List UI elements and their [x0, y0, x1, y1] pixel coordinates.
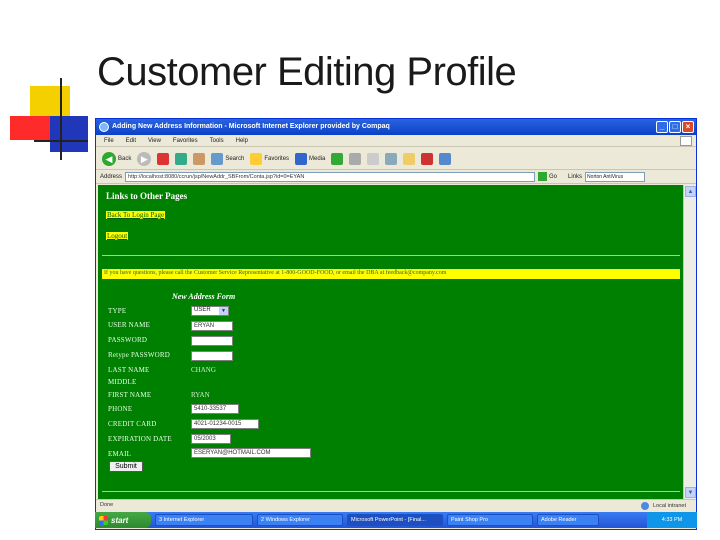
- email-input[interactable]: ESERYAN@HOTMAIL.COM: [191, 448, 311, 458]
- menu-view[interactable]: View: [148, 138, 161, 146]
- globe-icon: [640, 502, 649, 510]
- bottom-divider: [102, 491, 680, 492]
- scroll-up-icon[interactable]: ▲: [685, 186, 696, 197]
- username-input[interactable]: ERYAN: [191, 321, 233, 331]
- divider: [102, 255, 680, 256]
- taskbar: start 3 Internet Explorer 2 Windows Expl…: [95, 512, 697, 528]
- firstname-label: FIRST NAME: [108, 391, 152, 399]
- chevron-down-icon: ▼: [219, 307, 228, 315]
- system-tray: 4:33 PM: [647, 512, 697, 528]
- back-arrow-icon: ◀: [102, 151, 116, 166]
- clock[interactable]: 4:33 PM: [662, 517, 682, 523]
- menu-help[interactable]: Help: [236, 138, 248, 146]
- discuss-icon[interactable]: [421, 152, 434, 165]
- address-label: Address: [100, 173, 123, 180]
- history-icon[interactable]: [331, 152, 344, 165]
- address-input[interactable]: http://localhost:8080/ccrun/jsp/NewAddr_…: [125, 171, 536, 182]
- email-label: EMAIL: [108, 450, 132, 458]
- menu-edit[interactable]: Edit: [126, 138, 136, 146]
- print-icon[interactable]: [367, 152, 380, 165]
- middle-initial-label: MIDDLE: [108, 378, 137, 386]
- retype-password-input[interactable]: [191, 351, 233, 361]
- maximize-button[interactable]: □: [669, 121, 681, 133]
- mail-icon[interactable]: [349, 152, 362, 165]
- phone-input[interactable]: 5410-33537: [191, 404, 239, 414]
- logout-link[interactable]: Logout: [106, 232, 129, 240]
- page-content: Links to Other Pages Back To Login Page …: [98, 185, 683, 499]
- refresh-icon[interactable]: [175, 152, 188, 165]
- search-icon: [211, 152, 224, 165]
- window-titlebar[interactable]: Adding New Address Information - Microso…: [96, 119, 696, 135]
- firstname-value: RYAN: [191, 391, 210, 399]
- credit-card-input[interactable]: 4021-01234-0015: [191, 419, 259, 429]
- form-heading: New Address Form: [172, 292, 236, 301]
- stop-icon[interactable]: [157, 152, 170, 165]
- password-input[interactable]: [191, 336, 233, 346]
- back-button[interactable]: ◀ Back: [102, 151, 131, 166]
- windows-flag-icon: [99, 515, 108, 525]
- window-title: Adding New Address Information - Microso…: [112, 123, 390, 130]
- contact-notice: If you have questions, please call the C…: [102, 269, 680, 279]
- vertical-scrollbar[interactable]: ▲ ▼: [683, 185, 696, 499]
- browser-window: Adding New Address Information - Microso…: [95, 118, 697, 530]
- back-to-login-link[interactable]: Back To Login Page: [106, 211, 166, 219]
- links-heading: Links to Other Pages: [106, 191, 188, 201]
- status-text: Done: [100, 502, 114, 508]
- favorites-button[interactable]: Favorites: [250, 152, 289, 165]
- toolbar: ◀ Back ▶ Search Favorites Media: [96, 148, 696, 170]
- star-icon: [250, 152, 263, 165]
- zone-text: Local intranet: [652, 503, 686, 509]
- menu-bar: File Edit View Favorites Tools Help: [96, 135, 696, 147]
- media-icon: [295, 152, 308, 165]
- task-internet-explorer[interactable]: 3 Internet Explorer: [155, 514, 253, 526]
- internet-explorer-icon: [99, 122, 109, 132]
- home-icon[interactable]: [193, 152, 206, 165]
- decor-vertical-line: [60, 78, 62, 160]
- credit-card-label: CREDIT CARD: [108, 420, 157, 428]
- task-windows-explorer[interactable]: 2 Windows Explorer: [257, 514, 343, 526]
- submit-button[interactable]: Submit: [109, 461, 143, 472]
- lastname-label: LAST NAME: [108, 366, 150, 374]
- type-label: TYPE: [108, 307, 127, 315]
- menu-file[interactable]: File: [104, 138, 114, 146]
- decor-red-square: [10, 116, 52, 140]
- norton-search-field[interactable]: Norton AntiVirus: [585, 171, 646, 182]
- folder-icon[interactable]: [403, 152, 416, 165]
- go-arrow-icon: [538, 172, 548, 181]
- slide-title: Customer Editing Profile: [97, 50, 517, 94]
- messenger-icon[interactable]: [439, 152, 452, 165]
- address-bar: Address http://localhost:8080/ccrun/jsp/…: [96, 170, 696, 184]
- task-paint-shop[interactable]: Paint Shop Pro: [447, 514, 533, 526]
- menu-favorites[interactable]: Favorites: [173, 138, 198, 146]
- status-bar: Done Local intranet: [96, 499, 696, 511]
- decor-horizontal-line: [34, 140, 88, 142]
- decor-blue-square: [50, 116, 88, 152]
- forward-arrow-icon: ▶: [137, 151, 152, 166]
- username-label: USER NAME: [108, 321, 151, 329]
- menu-tools[interactable]: Tools: [210, 138, 224, 146]
- minimize-button[interactable]: _: [656, 121, 668, 133]
- expiration-date-label: EXPIRATION DATE: [108, 435, 172, 443]
- phone-label: PHONE: [108, 405, 133, 413]
- expiration-date-input[interactable]: 05/2003: [191, 434, 231, 444]
- close-button[interactable]: ×: [682, 121, 694, 133]
- type-select[interactable]: USER ▼: [191, 306, 229, 316]
- links-toolbar-label[interactable]: Links: [568, 174, 582, 180]
- search-button[interactable]: Search: [211, 152, 244, 165]
- retype-password-label: Retype PASSWORD: [108, 351, 171, 359]
- task-adobe-reader[interactable]: Adobe Reader: [537, 514, 599, 526]
- lastname-value: CHANG: [191, 366, 216, 374]
- go-button[interactable]: Go: [538, 172, 557, 181]
- start-button[interactable]: start: [95, 512, 151, 528]
- media-button[interactable]: Media: [295, 152, 325, 165]
- scroll-down-icon[interactable]: ▼: [685, 487, 696, 498]
- password-label: PASSWORD: [108, 336, 148, 344]
- task-powerpoint[interactable]: Microsoft PowerPoint - [Final...: [347, 514, 443, 526]
- forward-button[interactable]: ▶: [137, 151, 152, 166]
- windows-logo-icon: [680, 136, 692, 146]
- edit-icon[interactable]: [385, 152, 398, 165]
